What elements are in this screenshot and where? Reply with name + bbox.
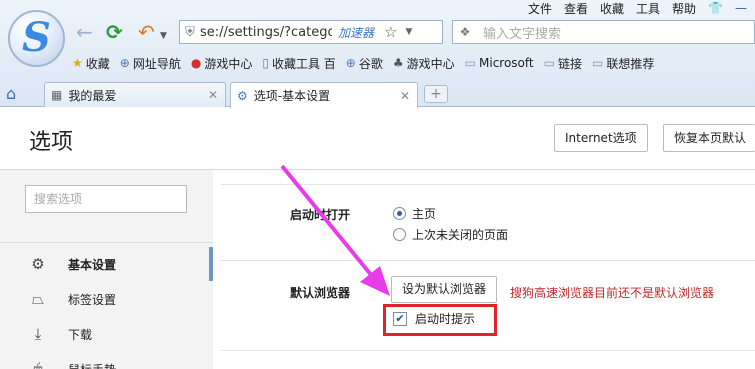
star-icon[interactable]: ☆ — [384, 23, 397, 41]
game-icon: ● — [190, 56, 202, 70]
tab-strip: ⌂ ▦ 我的最爱 ✕ ⚙ 选项-基本设置 ✕ + — [0, 80, 755, 108]
bookmark-item[interactable]: ▯ 收藏工具 百 — [262, 55, 335, 72]
search-input[interactable]: 搜索选项 — [25, 185, 187, 213]
page-icon: ▯ — [262, 56, 269, 70]
divider — [0, 242, 213, 243]
gamepad-icon: ♣ — [392, 56, 404, 70]
bookmark-item[interactable]: ⊕ 谷歌 — [346, 55, 383, 72]
tab-favorites[interactable]: ▦ 我的最爱 ✕ — [44, 82, 226, 107]
back-icon[interactable]: ← — [76, 21, 93, 43]
search-engine-icon[interactable]: ❖ — [453, 25, 477, 39]
startup-homepage-radio[interactable]: 主页 — [393, 205, 436, 222]
skin-icon[interactable]: 👕 — [708, 1, 723, 15]
grid-icon: ▦ — [51, 88, 63, 102]
refresh-icon[interactable]: ⟳ — [106, 21, 123, 43]
search-box[interactable]: ❖ 输入文字搜索 — [452, 20, 755, 44]
globe-icon: ⊕ — [119, 56, 130, 70]
bookmark-item[interactable]: ▭ Microsoft — [465, 56, 534, 70]
sogou-logo: S — [8, 10, 65, 67]
mouse-icon: 🖱 — [33, 360, 43, 369]
chevron-down-icon[interactable]: ▼ — [160, 25, 167, 47]
close-icon[interactable]: ✕ — [208, 88, 218, 102]
accelerator-label[interactable]: 加速器 — [338, 24, 374, 41]
internet-options-button[interactable]: Internet选项 — [554, 124, 648, 152]
menu-tools[interactable]: 工具 — [636, 0, 660, 17]
startup-label: 启动时打开 — [290, 208, 351, 222]
sidebar-item-mouse[interactable]: 🖱 鼠标手势 — [0, 352, 213, 369]
default-browser-warning: 搜狗高速浏览器目前还不是默认浏览器 — [510, 286, 715, 300]
bookmark-item[interactable]: ♣ 游戏中心 — [393, 55, 455, 72]
minimize-icon[interactable]: — — [735, 1, 747, 15]
sidebar-item-tabs[interactable]: ⏢ 标签设置 — [0, 282, 213, 316]
menu-help[interactable]: 帮助 — [672, 0, 696, 17]
tab-settings[interactable]: ⚙ 选项-基本设置 ✕ — [230, 82, 418, 108]
search-input[interactable]: 输入文字搜索 — [483, 23, 561, 42]
new-tab-button[interactable]: + — [424, 85, 448, 103]
default-browser-label: 默认浏览器 — [290, 286, 351, 300]
divider — [221, 350, 755, 351]
bookmark-item[interactable]: ▭ 联想推荐 — [592, 55, 654, 72]
tab-icon: ⏢ — [31, 290, 44, 308]
gear-icon: ⚙ — [237, 88, 248, 103]
bookmark-item[interactable]: ● 游戏中心 — [191, 55, 253, 72]
bookmark-item[interactable]: ⊕ 网址导航 — [120, 55, 181, 72]
shield-icon: ⛨ — [185, 24, 195, 40]
menu-file[interactable]: 文件 — [528, 0, 552, 17]
menu-view[interactable]: 查看 — [564, 0, 588, 17]
settings-content: 启动时打开 主页 上次未关闭的页面 默认浏览器 设为默认浏览器 搜狗高速浏览器目… — [213, 170, 755, 369]
folder-icon: ▭ — [464, 56, 476, 70]
radio-icon — [393, 207, 406, 220]
restore-defaults-button[interactable]: 恢复本页默认 — [663, 124, 755, 152]
menu-bar: 文件 查看 收藏 工具 帮助 👕 — — [528, 0, 747, 16]
close-icon[interactable]: ✕ — [400, 89, 410, 103]
address-url[interactable]: se://settings/?catego — [200, 25, 332, 40]
bookmarks-bar: ★ 收藏 ⊕ 网址导航 ● 游戏中心 ▯ 收藏工具 百 ⊕ 谷歌 ♣ 游戏中心 ▭ Micro… — [72, 53, 664, 73]
page-title: 选项 — [29, 130, 74, 155]
browser-chrome: S 文件 查看 收藏 工具 帮助 👕 — ← ⟳ ↶ ▼ ⛨ se://sett… — [0, 0, 755, 108]
bookmark-item[interactable]: ▭ 链接 — [544, 55, 582, 72]
sidebar-item-download[interactable]: ⤓ 下载 — [0, 317, 213, 351]
divider — [221, 184, 755, 185]
star-icon: ★ — [72, 56, 83, 70]
startup-last-session-radio[interactable]: 上次未关闭的页面 — [393, 226, 508, 243]
checkmark-icon: ✔ — [393, 311, 407, 326]
menu-favorites[interactable]: 收藏 — [600, 0, 624, 17]
startup-prompt-checkbox[interactable]: ✔ 启动时提示 — [393, 310, 475, 327]
undo-close-icon[interactable]: ↶ — [138, 21, 155, 43]
sidebar: 搜索选项 ⚙ 基本设置 ⏢ 标签设置 ⤓ 下载 🖱 鼠标手势 — [0, 170, 213, 369]
address-bar[interactable]: ⛨ se://settings/?catego 加速器 ☆ ▼ — [179, 20, 443, 44]
radio-icon — [393, 228, 406, 241]
divider — [221, 260, 755, 261]
gear-icon: ⚙ — [31, 255, 45, 273]
home-icon[interactable]: ⌂ — [6, 84, 16, 103]
sidebar-item-basic[interactable]: ⚙ 基本设置 — [0, 247, 213, 281]
download-icon: ⤓ — [34, 325, 42, 343]
folder-icon: ▭ — [543, 56, 555, 70]
address-dropdown-icon[interactable]: ▼ — [405, 27, 412, 37]
set-default-browser-button[interactable]: 设为默认浏览器 — [391, 276, 498, 303]
globe-icon: ⊕ — [345, 56, 356, 70]
folder-icon: ▭ — [591, 56, 604, 70]
bookmark-item[interactable]: ★ 收藏 — [72, 55, 110, 72]
